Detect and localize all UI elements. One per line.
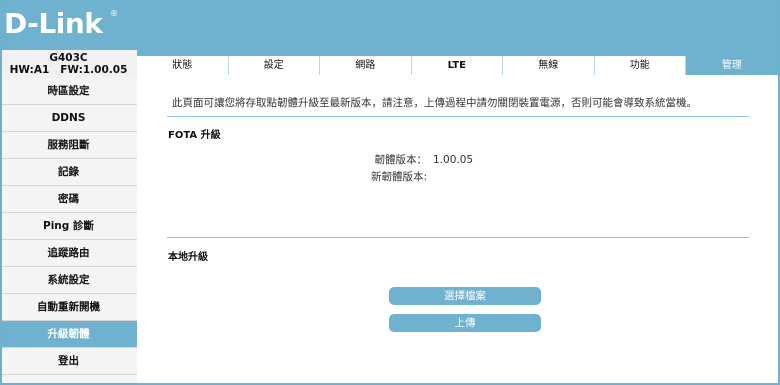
window-frame xyxy=(0,0,780,385)
